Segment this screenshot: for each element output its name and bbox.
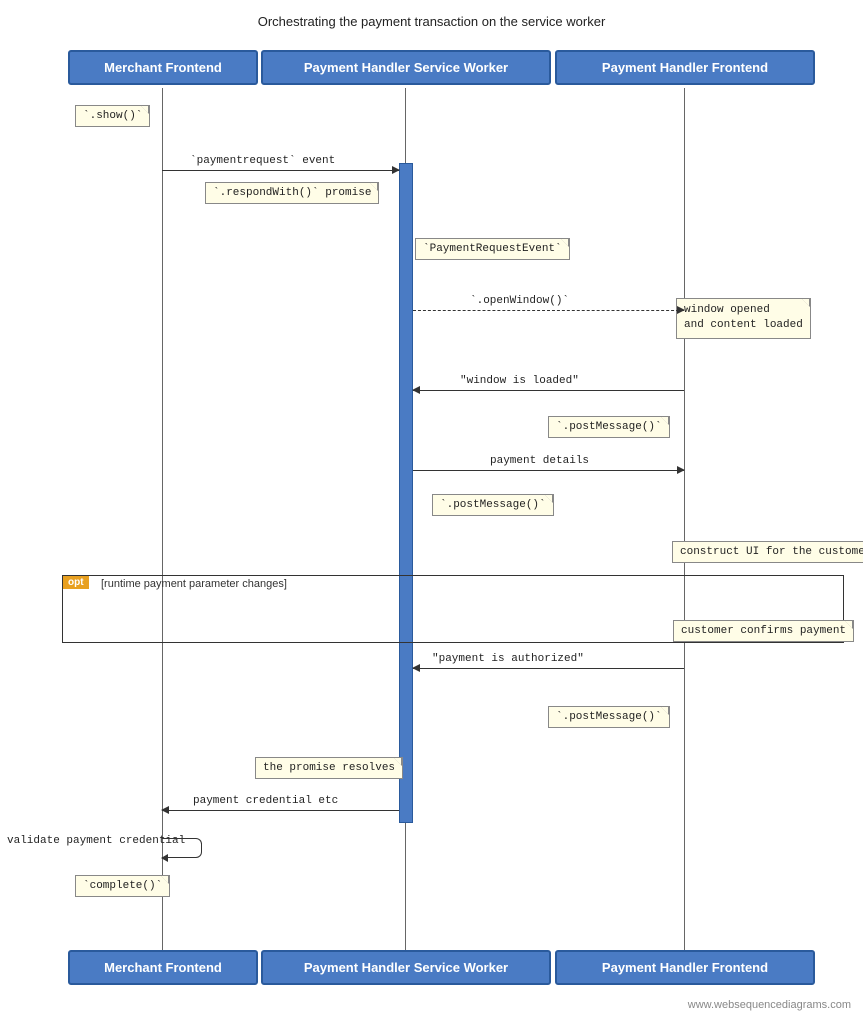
note-show: `.show()` [75,105,150,127]
opt-label: opt [63,576,89,589]
label-openWindow: `.openWindow()` [470,295,569,307]
diagram-title: Orchestrating the payment transaction on… [0,0,863,39]
arrow-openWindow [413,310,684,311]
active-bar-sw [399,163,413,823]
arrow-paymentDetails [413,470,684,471]
note-windowOpened: window opened and content loaded [676,298,811,339]
label-paymentrequest: `paymentrequest` event [190,155,335,167]
actor-sw-top: Payment Handler Service Worker [261,50,551,85]
actor-merchant-bottom: Merchant Frontend [68,950,258,985]
note-promiseResolves: the promise resolves [255,757,403,779]
note-paymentrequestEvent: `PaymentRequestEvent` [415,238,570,260]
arrow-paymentCredential [162,810,399,811]
actor-merchant-top: Merchant Frontend [68,50,258,85]
label-paymentDetails: payment details [490,455,589,467]
note-respondWith: `.respondWith()` promise [205,182,379,204]
note-customerConfirms: customer confirms payment [673,620,854,642]
note-postMessage2: `.postMessage()` [432,494,554,516]
diagram-container: Orchestrating the payment transaction on… [0,0,863,1019]
lifeline-merchant [162,88,163,958]
label-windowLoaded: "window is loaded" [460,375,579,387]
arrow-windowLoaded [413,390,684,391]
actor-phf-top: Payment Handler Frontend [555,50,815,85]
opt-condition: [runtime payment parameter changes] [101,578,287,590]
label-validate: validate payment credential [7,835,185,847]
arrow-paymentrequest [162,170,399,171]
actor-sw-bottom: Payment Handler Service Worker [261,950,551,985]
label-paymentCredential: payment credential etc [193,795,338,807]
watermark: www.websequencediagrams.com [688,999,851,1011]
note-constructUI: construct UI for the customer [672,541,863,563]
actor-phf-bottom: Payment Handler Frontend [555,950,815,985]
lifeline-phf [684,88,685,958]
note-postMessage3: `.postMessage()` [548,706,670,728]
label-paymentAuthorized: "payment is authorized" [432,653,584,665]
note-complete: `complete()` [75,875,170,897]
note-postMessage1: `.postMessage()` [548,416,670,438]
arrow-paymentAuthorized [413,668,684,669]
